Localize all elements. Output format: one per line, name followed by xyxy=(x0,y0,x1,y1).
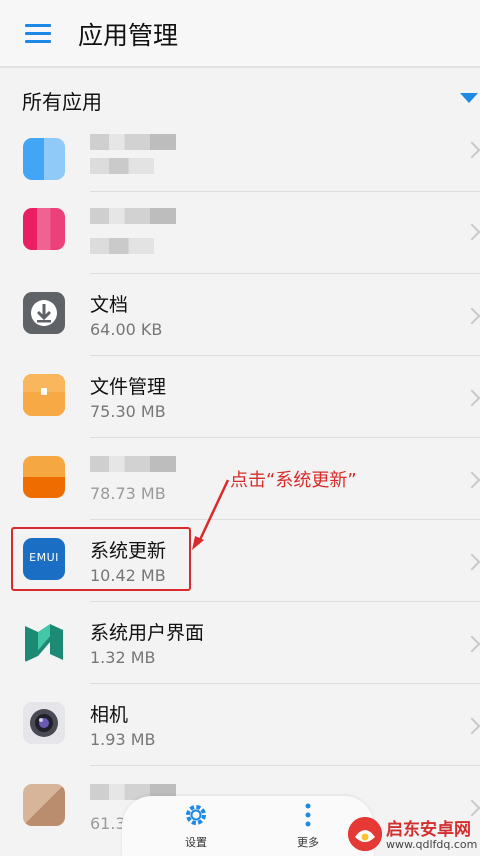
app-size: 1.32 MB xyxy=(90,648,156,667)
blurred-app-size xyxy=(90,158,154,174)
nougat-icon xyxy=(23,622,65,664)
app-icon xyxy=(23,138,65,180)
tab-settings[interactable]: 设置 xyxy=(166,802,226,850)
list-item[interactable] xyxy=(0,192,480,274)
gear-icon xyxy=(186,805,206,825)
chevron-right-icon xyxy=(463,223,480,241)
blurred-app-name xyxy=(90,134,176,150)
app-name: 文件管理 xyxy=(90,376,167,398)
menu-icon[interactable] xyxy=(25,24,51,44)
app-size: 75.30 MB xyxy=(90,402,166,421)
chevron-right-icon xyxy=(463,553,480,571)
app-icon xyxy=(23,456,65,498)
camera-icon xyxy=(23,702,65,744)
highlight-box xyxy=(11,527,191,591)
app-name: 系统用户界面 xyxy=(90,622,205,644)
chevron-right-icon xyxy=(463,635,480,653)
app-filter[interactable]: 所有应用 xyxy=(0,68,480,130)
chevron-right-icon xyxy=(463,471,480,489)
app-icon xyxy=(23,208,65,250)
chevron-right-icon xyxy=(463,307,480,325)
watermark-logo-icon xyxy=(348,817,382,851)
tab-more[interactable]: 更多 xyxy=(278,802,338,850)
app-size: 64.00 KB xyxy=(90,320,163,339)
dropdown-arrow-icon[interactable] xyxy=(460,93,478,103)
app-icon xyxy=(23,784,65,826)
list-item-documents[interactable]: 文档 64.00 KB xyxy=(0,274,480,356)
chevron-right-icon xyxy=(463,717,480,735)
bottom-bar: 设置 更多 xyxy=(122,796,374,856)
blurred-app-size: 78.73 MB xyxy=(90,484,166,503)
top-bar: 应用管理 xyxy=(0,0,480,68)
page-title: 应用管理 xyxy=(78,21,179,50)
download-icon xyxy=(23,292,65,334)
watermark: 启东安卓网 www.qdlfdq.com xyxy=(348,814,480,856)
app-size: 1.93 MB xyxy=(90,730,156,749)
blurred-app-name xyxy=(90,456,176,472)
list-item-camera[interactable]: 相机 1.93 MB xyxy=(0,684,480,766)
app-name: 文档 xyxy=(90,294,129,316)
folder-icon xyxy=(23,374,65,416)
blurred-app-name xyxy=(90,208,176,224)
filter-label: 所有应用 xyxy=(22,90,102,114)
blurred-app-size xyxy=(90,238,154,254)
chevron-right-icon xyxy=(463,389,480,407)
annotation-arrow xyxy=(192,479,230,550)
list-item[interactable] xyxy=(0,128,480,192)
list-item-system-ui[interactable]: 系统用户界面 1.32 MB xyxy=(0,602,480,684)
annotation-text: 点击“系统更新” xyxy=(230,470,357,491)
list-item-file-manager[interactable]: 文件管理 75.30 MB xyxy=(0,356,480,438)
app-name: 相机 xyxy=(90,704,129,726)
more-vertical-icon xyxy=(305,803,311,827)
chevron-right-icon xyxy=(463,141,480,159)
